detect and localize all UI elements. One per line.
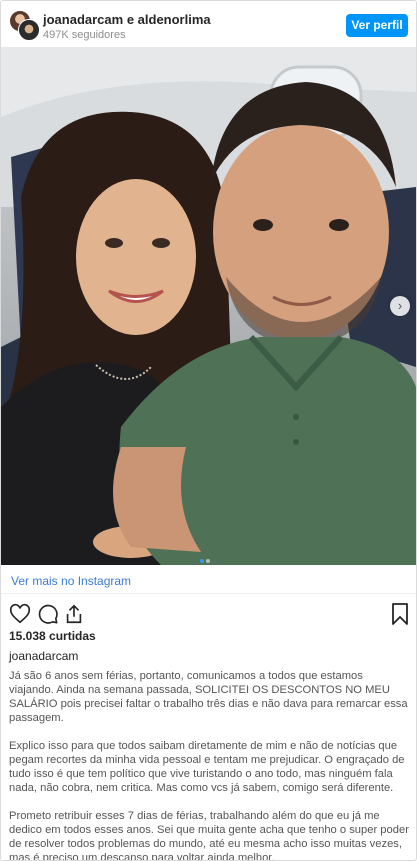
caption-paragraph: Explico isso para que todos saibam diret… — [9, 740, 405, 794]
like-count[interactable]: 15.038 curtidas — [9, 629, 96, 643]
avatar[interactable] — [9, 10, 40, 41]
photo-illustration — [1, 47, 416, 565]
avatar-aldenorlima[interactable] — [18, 19, 40, 41]
carousel-indicator — [199, 550, 211, 563]
heart-icon[interactable] — [9, 603, 31, 625]
bookmark-icon[interactable] — [390, 603, 410, 625]
caption-paragraph: Já são 6 anos sem férias, portanto, comu… — [9, 670, 408, 724]
view-profile-button[interactable]: Ver perfil — [346, 14, 408, 37]
post-photo[interactable]: › — [1, 47, 416, 565]
instagram-embed-card: joanadarcam e aldenorlima 497K seguidore… — [0, 0, 417, 861]
caption-paragraph: Prometo retribuir esses 7 dias de férias… — [9, 810, 409, 861]
post-header: joanadarcam e aldenorlima 497K seguidore… — [1, 1, 416, 47]
view-more-on-instagram-link[interactable]: Ver mais no Instagram — [11, 574, 131, 588]
divider — [1, 593, 416, 594]
carousel-dot-active — [200, 559, 204, 563]
caption-author[interactable]: joanadarcam — [9, 649, 78, 663]
carousel-next-icon[interactable]: › — [390, 296, 410, 316]
share-icon[interactable] — [63, 603, 85, 625]
account-names[interactable]: joanadarcam e aldenorlima — [43, 12, 211, 27]
post-caption: Já são 6 anos sem férias, portanto, comu… — [9, 669, 409, 861]
follower-count: 497K seguidores — [43, 29, 126, 41]
carousel-dot — [206, 559, 210, 563]
comment-icon[interactable] — [37, 603, 59, 625]
